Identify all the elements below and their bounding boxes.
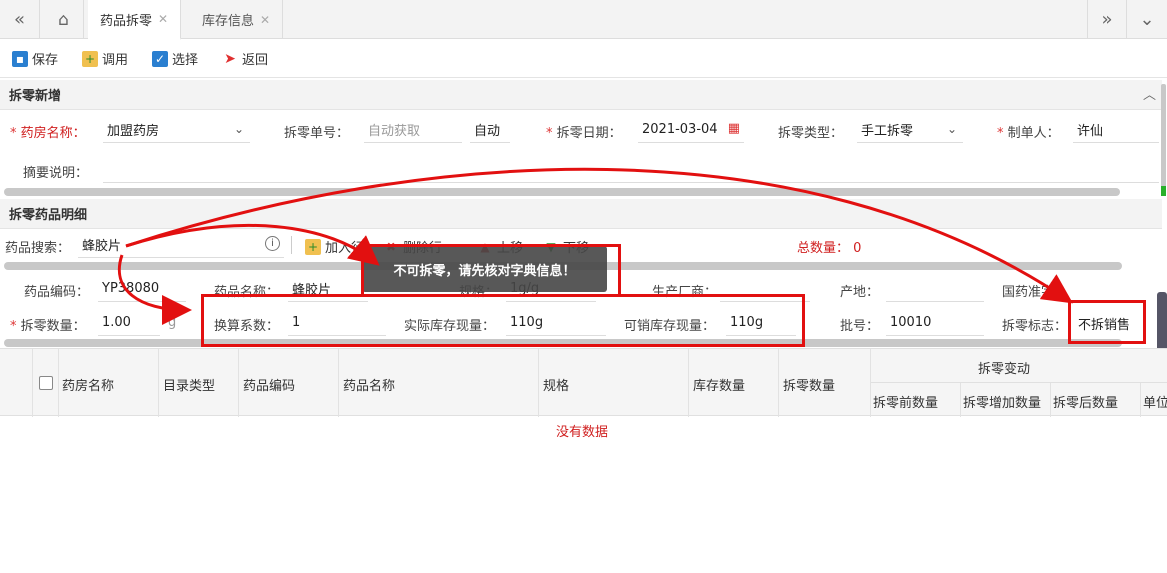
annotation-arrows	[117, 167, 1073, 325]
arrow-to-toast	[125, 223, 380, 266]
arrow-to-flag	[125, 167, 1073, 304]
arrow-to-stock	[117, 254, 192, 325]
